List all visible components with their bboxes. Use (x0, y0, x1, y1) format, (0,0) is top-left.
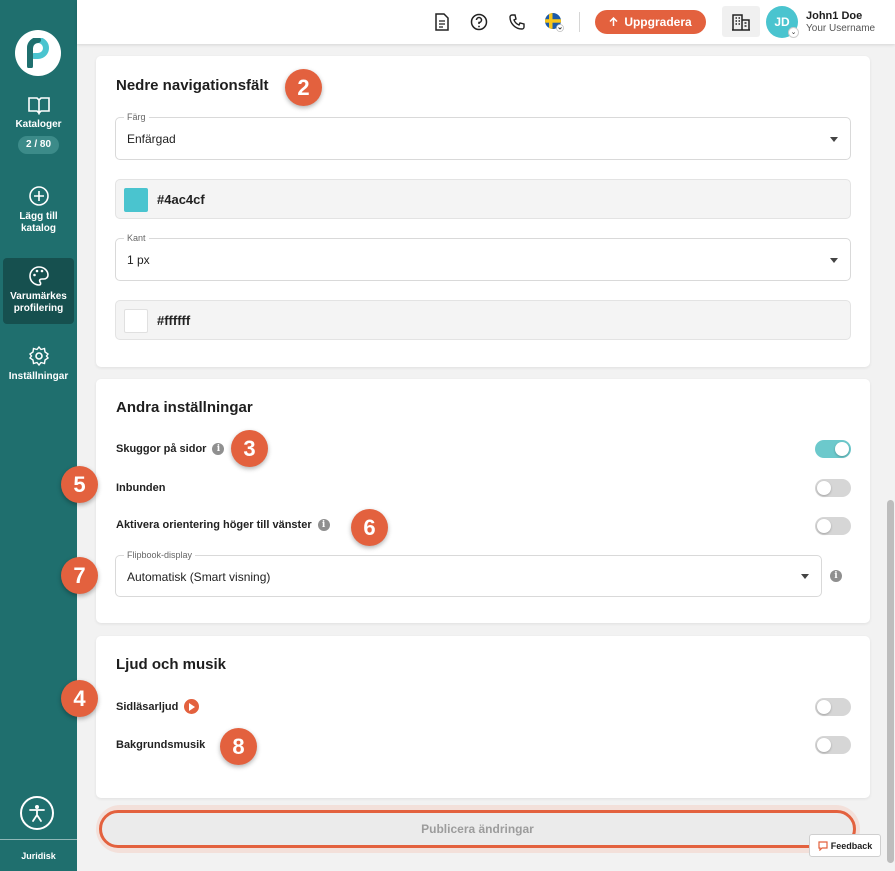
user-username: Your Username (806, 23, 876, 34)
chevron-down-icon[interactable]: ⌄ (788, 27, 799, 38)
plus-circle-icon (28, 186, 49, 206)
palette-icon (28, 266, 49, 286)
app-logo[interactable] (15, 30, 61, 76)
catalog-count-badge: 2 / 80 (17, 136, 60, 154)
sidebar-item-label: Varumärkes profilering (10, 291, 67, 314)
sidebar-item-label: Lägg till katalog (19, 211, 58, 234)
color-swatch[interactable] (124, 309, 148, 333)
document-icon[interactable] (432, 12, 452, 32)
bound-setting-label: Inbunden (116, 482, 166, 494)
annotation-badge: 2 (285, 69, 322, 106)
field-value: 1 px (127, 253, 150, 267)
phone-icon[interactable] (507, 12, 527, 32)
dropdown-arrow-icon (801, 574, 809, 579)
sidebar-divider (0, 839, 77, 840)
info-icon[interactable]: i (830, 570, 842, 582)
scrollbar[interactable] (887, 500, 894, 863)
arrow-up-icon (609, 17, 618, 26)
page-sound-toggle[interactable] (815, 698, 851, 716)
top-header: Uppgradera JD ⌄ John1 Doe Your Username (77, 0, 895, 44)
help-icon[interactable] (469, 12, 489, 32)
music-toggle[interactable] (815, 736, 851, 754)
dropdown-arrow-icon (830, 258, 838, 263)
field-label: Färg (124, 112, 149, 122)
color-swatch[interactable] (124, 188, 148, 212)
other-settings-card: Andra inställningar Skuggor på sidor i I… (96, 379, 870, 623)
setting-label: Skuggor på sidor (116, 443, 207, 455)
color-hex-value: #4ac4cf (157, 192, 205, 207)
field-value: Enfärgad (127, 132, 176, 146)
border-width-select[interactable]: Kant 1 px (115, 233, 851, 281)
page-sound-setting-label: Sidläsarljud (116, 699, 200, 714)
dropdown-arrow-icon (830, 137, 838, 142)
user-name: John1 Doe (806, 10, 863, 22)
annotation-badge: 5 (61, 466, 98, 503)
color-hex-value: #ffffff (157, 313, 191, 328)
rtl-setting-label: Aktivera orientering höger till vänster … (116, 519, 330, 531)
field-label: Kant (124, 233, 149, 243)
swedish-flag-icon[interactable] (544, 12, 564, 32)
color-type-select[interactable]: Färg Enfärgad (115, 112, 851, 160)
accessibility-icon (29, 805, 45, 822)
feedback-label: Feedback (830, 840, 873, 851)
card-title: Ljud och musik (116, 656, 227, 673)
annotation-badge: 3 (231, 430, 268, 467)
navigation-bar-card: Nedre navigationsfält Färg Enfärgad #4ac… (96, 56, 870, 367)
field-label: Flipbook-display (124, 550, 196, 560)
sidebar-item-branding[interactable]: Varumärkes profilering (3, 258, 74, 324)
info-icon[interactable]: i (212, 443, 225, 455)
book-open-icon (27, 97, 50, 115)
setting-label: Inbunden (116, 482, 166, 494)
building-icon (732, 13, 750, 31)
primary-color-picker[interactable]: #4ac4cf (115, 179, 851, 219)
card-title: Andra inställningar (116, 399, 253, 416)
gear-icon (28, 345, 49, 367)
bound-toggle[interactable] (815, 479, 851, 497)
header-divider (579, 12, 580, 32)
info-icon[interactable]: i (317, 519, 330, 531)
music-setting-label: Bakgrundsmusik (116, 739, 205, 751)
setting-label: Sidläsarljud (116, 700, 179, 713)
flipbook-display-select[interactable]: Flipbook-display Automatisk (Smart visni… (115, 550, 822, 597)
annotation-badge: 8 (220, 728, 257, 765)
annotation-badge: 4 (61, 680, 98, 717)
sidebar-item-label: Inställningar (8, 371, 69, 382)
sidebar-item-catalogs[interactable]: Kataloger 2 / 80 (3, 95, 74, 154)
shadows-toggle[interactable] (815, 440, 851, 458)
sidebar-item-label: Kataloger (15, 119, 62, 130)
sidebar-item-settings[interactable]: Inställningar (3, 345, 74, 383)
setting-label: Aktivera orientering höger till vänster (116, 519, 312, 531)
sound-music-card: Ljud och musik Sidläsarljud Bakgrundsmus… (96, 636, 870, 798)
publish-button[interactable]: Publicera ändringar (99, 810, 856, 848)
setting-label: Bakgrundsmusik (116, 739, 206, 751)
accessibility-button[interactable] (20, 796, 54, 830)
upgrade-button[interactable]: Uppgradera (595, 10, 706, 34)
play-icon[interactable] (184, 699, 200, 714)
annotation-badge: 6 (351, 509, 388, 546)
feedback-button[interactable]: Feedback (809, 834, 881, 857)
rtl-toggle[interactable] (815, 517, 851, 535)
card-title: Nedre navigationsfält (116, 77, 269, 94)
legal-link[interactable]: Juridisk (0, 851, 77, 861)
organization-button[interactable] (722, 6, 760, 37)
border-color-picker[interactable]: #ffffff (115, 300, 851, 340)
feedback-icon (818, 840, 828, 851)
sidebar-item-add-catalog[interactable]: Lägg till katalog (3, 185, 74, 235)
annotation-badge: 7 (61, 557, 98, 594)
sidebar: Kataloger 2 / 80 Lägg till katalog Varum… (0, 0, 77, 871)
shadows-setting-label: Skuggor på sidor i (116, 443, 225, 455)
upgrade-label: Uppgradera (624, 15, 692, 29)
field-value: Automatisk (Smart visning) (127, 570, 271, 584)
